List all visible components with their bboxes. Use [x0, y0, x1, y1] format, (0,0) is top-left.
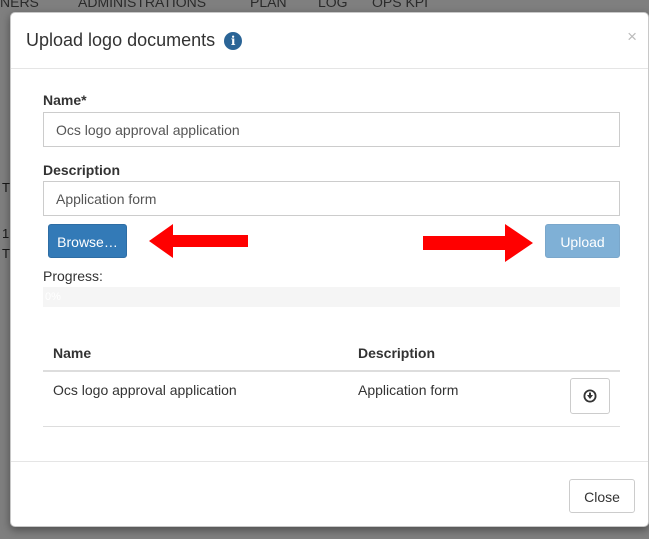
info-icon[interactable]: i: [224, 32, 243, 50]
browse-button[interactable]: Browse…: [48, 224, 127, 258]
modal-title-text: Upload logo documents: [26, 30, 216, 50]
download-circle-icon: [583, 389, 597, 403]
table-header-description: Description: [358, 345, 436, 361]
modal-title: Upload logo documents i: [26, 30, 243, 51]
right-arrow-annotation-icon: [423, 224, 533, 262]
name-field[interactable]: [43, 112, 620, 147]
row-description-cell: Application form: [358, 382, 459, 398]
close-icon[interactable]: ×: [627, 27, 637, 47]
table-header-name: Name: [53, 345, 92, 361]
modal-header: Upload logo documents i ×: [11, 13, 648, 69]
modal-footer-divider: [11, 461, 648, 462]
table-row-divider: [43, 426, 620, 427]
progress-label: Progress:: [43, 268, 103, 284]
close-button[interactable]: Close: [569, 479, 635, 513]
table-header-divider: [43, 370, 620, 372]
upload-logo-modal: Upload logo documents i × Name* Descript…: [10, 12, 649, 527]
description-label: Description: [43, 162, 121, 178]
left-arrow-annotation-icon: [149, 224, 248, 258]
progress-text: 0%: [45, 291, 61, 303]
name-label: Name*: [43, 92, 87, 108]
row-name-cell: Ocs logo approval application: [53, 382, 237, 398]
download-button[interactable]: [570, 378, 610, 414]
progress-bar: 0%: [43, 287, 620, 307]
upload-button[interactable]: Upload: [545, 224, 620, 258]
description-field[interactable]: [43, 181, 620, 216]
